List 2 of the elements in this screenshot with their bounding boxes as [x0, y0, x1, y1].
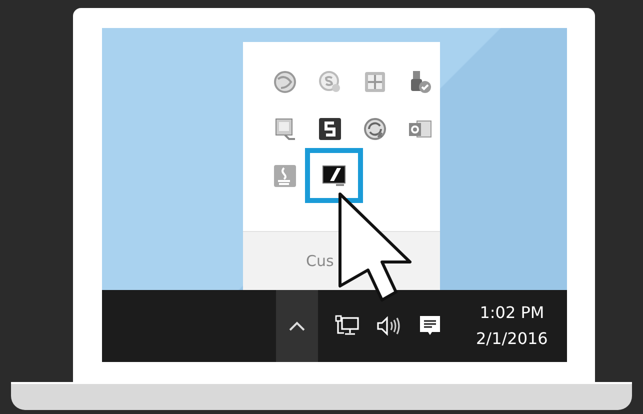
clock-time[interactable]: 1:02 PM: [480, 300, 544, 326]
clock-date[interactable]: 2/1/2016: [476, 326, 548, 352]
